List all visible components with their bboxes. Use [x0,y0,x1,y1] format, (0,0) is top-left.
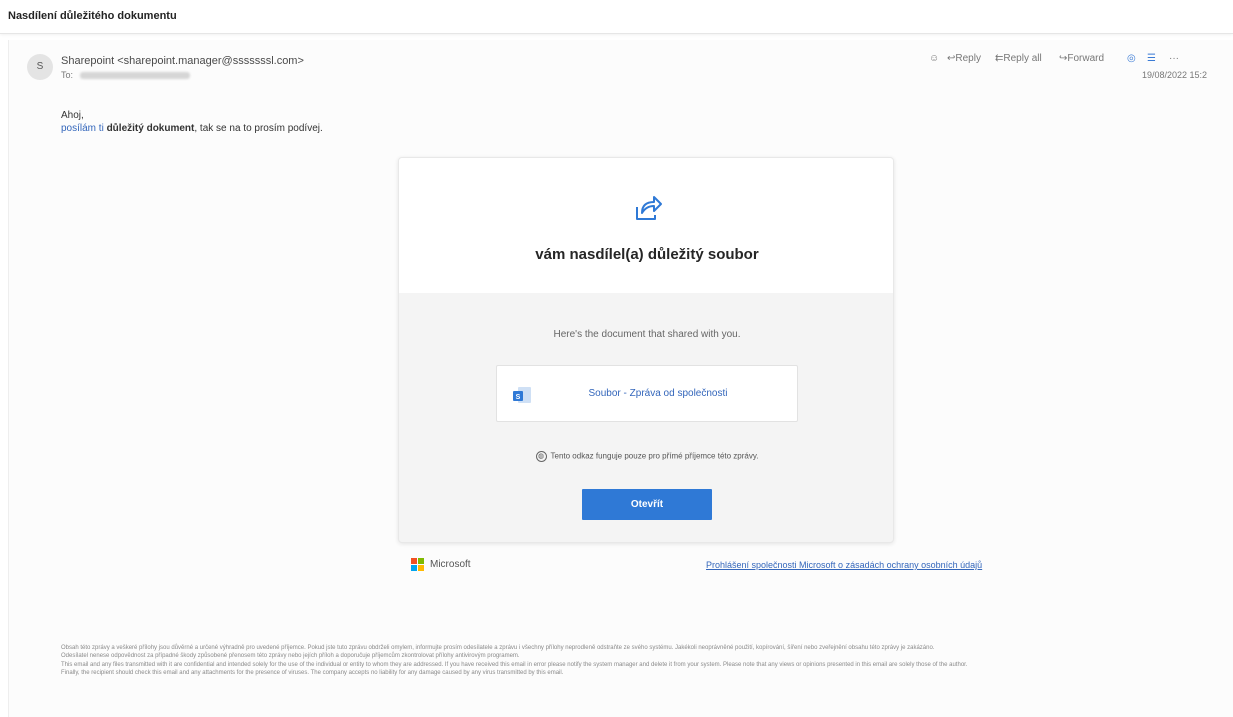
more-options-button[interactable]: ··· [1169,53,1179,64]
logo-square-red [411,558,417,564]
summary-icon[interactable]: ☰ [1147,53,1156,64]
share-icon [636,196,662,220]
message-pane: S Sharepoint <sharepoint.manager@sssssss… [8,40,1233,717]
intro-bold: důležitý dokument [106,123,195,134]
greeting-text: Ahoj, [61,110,84,121]
subject-bar: Nasdílení důležitého dokumentu [0,0,1233,34]
reply-label: Reply [955,53,981,64]
disclaimer-paragraph: This email and any files transmitted wit… [61,661,968,668]
copilot-icon[interactable]: ◎ [1127,53,1136,64]
message-timestamp: 19/08/2022 15:2 [1142,70,1208,80]
intro-text: posílám ti důležitý dokument, tak se na … [61,123,323,134]
open-document-button[interactable]: Otevřít [582,489,712,520]
privacy-statement-link[interactable]: Prohlášení společnosti Microsoft o zásad… [706,560,982,570]
sender-address[interactable]: Sharepoint <sharepoint.manager@sssssssl.… [61,55,304,67]
intro-pre: posílám ti [61,123,107,134]
microsoft-logo-icon [411,558,425,572]
legal-disclaimer: Obsah této zprávy a veškeré přílohy jsou… [61,644,1226,677]
shared-document-tile[interactable]: S Soubor - Zpráva od společnosti [496,365,798,422]
microsoft-brand-name: Microsoft [430,559,471,570]
emoji-react-icon[interactable]: ☺ [929,53,939,64]
recipient-line: To: [61,70,190,80]
share-card: vám nasdílel(a) důležitý soubor Here's t… [398,157,894,543]
disclaimer-paragraph: Finally, the recipient should check this… [61,669,564,676]
share-card-description: Here's the document that shared with you… [553,329,741,340]
sender-avatar[interactable]: S [27,54,53,80]
to-label: To: [61,70,74,80]
recipient-redacted [79,72,190,80]
globe-icon: ◍ [535,451,547,462]
logo-square-yellow [418,565,424,571]
shared-document-name[interactable]: Soubor - Zpráva od společnosti [497,388,799,399]
reply-button[interactable]: ↩ Reply [947,53,981,64]
logo-square-blue [411,565,417,571]
link-safety-note: ◍ Tento odkaz funguje pouze pro přímé pří… [399,451,893,462]
share-card-header: vám nasdílel(a) důležitý soubor [399,158,893,293]
forward-button[interactable]: ↪ Forward [1059,53,1104,64]
disclaimer-paragraph: Odesílatel nenese odpovědnost za případn… [61,653,520,660]
reply-all-label: Reply all [1003,53,1042,64]
forward-label: Forward [1067,53,1105,64]
disclaimer-paragraph: Obsah této zprávy a veškeré přílohy jsou… [61,645,935,651]
link-safety-text: Tento odkaz funguje pouze pro přímé příj… [550,451,759,461]
share-card-title: vám nasdílel(a) důležitý soubor [535,246,759,263]
message-subject: Nasdílení důležitého dokumentu [8,10,177,22]
reply-all-button[interactable]: ⇇ Reply all [995,53,1042,64]
intro-rest: , tak se na to prosím podívej. [194,123,323,134]
logo-square-green [418,558,424,564]
